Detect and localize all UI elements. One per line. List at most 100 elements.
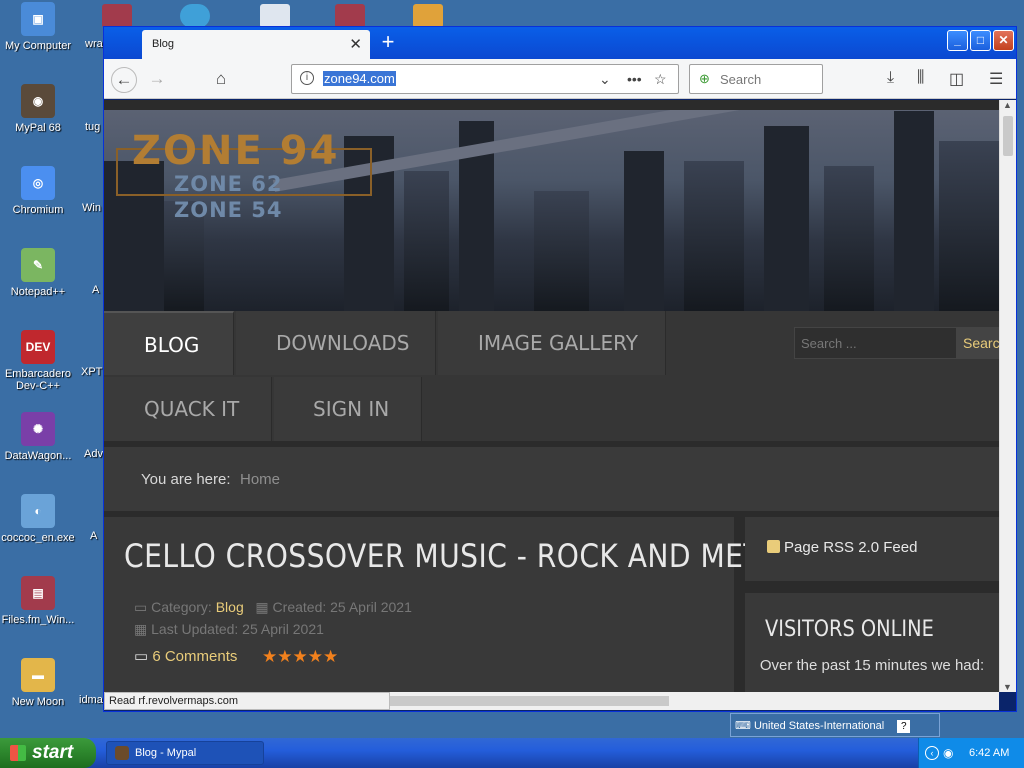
menu-item-image-gallery[interactable]: IMAGE GALLERY (438, 311, 666, 375)
network-icon[interactable]: ◉ (943, 746, 953, 760)
desktop-icon[interactable]: ✺ DataWagon... (0, 412, 78, 462)
visitors-box: VISITORS ONLINE Over the past 15 minutes… (745, 593, 999, 692)
horizontal-scroll-thumb[interactable] (389, 696, 669, 706)
site-banner[interactable]: ZONE 94 ZONE 62 ZONE 54 (104, 110, 999, 311)
desktop-icon-label: Chromium (12, 204, 64, 216)
page-actions-icon[interactable]: ••• (627, 71, 642, 87)
chevron-down-icon[interactable]: ⌄ (599, 71, 611, 88)
menu-item-sign-in[interactable]: SIGN IN (274, 377, 422, 441)
partial-label: A (92, 284, 100, 296)
document-top-icon[interactable] (260, 4, 290, 28)
desktop-app-icon: ◉ (21, 84, 55, 118)
visitors-title: VISITORS ONLINE (765, 617, 934, 642)
search-input[interactable]: ⊕ Search (689, 64, 823, 94)
site-search-button[interactable]: Search (957, 327, 999, 359)
start-label: start (32, 742, 74, 763)
horizontal-scrollbar[interactable] (389, 692, 999, 710)
info-icon[interactable]: i (300, 71, 314, 85)
desktop-app-icon: ◎ (21, 166, 55, 200)
desktop-icon[interactable]: DEV Embarcadero Dev-C++ (0, 330, 78, 392)
title-bar[interactable]: Blog ✕ + _ □ ✕ (104, 27, 1016, 59)
desktop-icon-label: MyPal 68 (15, 122, 61, 134)
visitors-text: Over the past 15 minutes we had: (759, 657, 985, 674)
show-hidden-icons-icon[interactable]: ‹ (925, 746, 939, 760)
comment-icon: ▭ (134, 648, 153, 665)
sidebar-icon[interactable]: ◫ (949, 69, 964, 89)
desktop-icon-label: My Computer (4, 40, 72, 52)
created-date: Created: 25 April 2021 (272, 599, 412, 615)
url-text[interactable]: zone94.com (323, 71, 396, 86)
download-icon[interactable]: ⤓ (887, 69, 894, 87)
rss-link[interactable]: Page RSS 2.0 Feed (767, 539, 917, 556)
address-bar[interactable]: i zone94.com ⌄ ••• ☆ (291, 64, 679, 94)
forward-button[interactable]: → (144, 67, 170, 93)
desktop-icon[interactable]: ▤ Files.fm_Win... (0, 576, 78, 626)
maximize-button[interactable]: □ (970, 30, 991, 51)
rating-stars[interactable]: ★★★★★ (262, 647, 338, 667)
desktop-app-icon: ▤ (21, 576, 55, 610)
tab-title: Blog (152, 38, 175, 50)
desktop-icon[interactable]: ◉ MyPal 68 (0, 84, 78, 134)
bookmark-star-icon[interactable]: ☆ (654, 71, 667, 88)
desktop-icon[interactable]: ◎ Chromium (0, 166, 78, 216)
desktop-icon-label: Notepad++ (10, 286, 66, 298)
scroll-up-icon[interactable]: ▲ (1003, 100, 1012, 110)
globe-top-icon[interactable] (180, 4, 210, 28)
tab-blog[interactable]: Blog ✕ (142, 30, 370, 59)
site-logo: ZONE 94 (132, 128, 340, 174)
desktop-icon-label: New Moon (11, 696, 65, 708)
language-label: United States-International (753, 720, 885, 732)
scroll-thumb[interactable] (1003, 116, 1013, 156)
desktop-icon[interactable]: ▬ New Moon (0, 658, 78, 708)
start-button[interactable]: start (0, 738, 96, 768)
back-button[interactable]: ← (111, 67, 137, 93)
comments-link[interactable]: ▭ 6 Comments (134, 647, 237, 665)
desktop-app-icon: ▣ (21, 2, 55, 36)
category-link[interactable]: Blog (216, 599, 244, 615)
close-window-button[interactable]: ✕ (993, 30, 1014, 51)
desktop-icon-label: Files.fm_Win... (1, 614, 75, 626)
browser-window: Blog ✕ + _ □ ✕ ← → ⌂ i zone94.com ⌄ ••• … (103, 26, 1017, 712)
status-bar: Read rf.revolvermaps.com (104, 692, 390, 710)
partial-label: wra (85, 38, 103, 50)
language-bar[interactable]: ⌨ United States-International ? (730, 713, 940, 737)
library-icon[interactable]: ⫼ (917, 69, 924, 87)
article: CELLO CROSSOVER MUSIC - ROCK AND METAL ▭… (104, 517, 794, 692)
breadcrumb-home[interactable]: Home (240, 471, 280, 488)
breadcrumb-label: You are here: (141, 471, 231, 488)
clock[interactable]: 6:42 AM (969, 747, 1009, 759)
search-icon: ⊕ (699, 71, 710, 86)
winrar-top-icon[interactable] (102, 4, 132, 28)
vertical-scrollbar[interactable]: ▲ ▼ (999, 100, 1016, 692)
desktop-icon[interactable]: ◐ coccoc_en.exe (0, 494, 78, 544)
package-top-icon[interactable] (413, 4, 443, 28)
desktop-icon-label: Embarcadero Dev-C++ (4, 368, 72, 392)
menu-item-downloads[interactable]: DOWNLOADS (236, 311, 436, 375)
taskbar-window-button[interactable]: Blog - Mypal (106, 741, 264, 765)
winrar-top-icon-2[interactable] (335, 4, 365, 28)
mypal-icon (115, 746, 129, 760)
home-button[interactable]: ⌂ (208, 67, 234, 93)
desktop-app-icon: DEV (21, 330, 55, 364)
folder-icon: ▭ (134, 599, 152, 615)
article-title[interactable]: CELLO CROSSOVER MUSIC - ROCK AND METAL (124, 537, 795, 575)
rss-label[interactable]: Page RSS 2.0 Feed (784, 539, 917, 556)
desktop-icon[interactable]: ▣ My Computer (0, 2, 78, 52)
main-menu: BLOG DOWNLOADS IMAGE GALLERY QUACK IT SI… (104, 311, 999, 441)
comments-count[interactable]: 6 Comments (152, 648, 237, 665)
desktop-icon[interactable]: ✎ Notepad++ (0, 248, 78, 298)
menu-icon[interactable]: ☰ (989, 69, 1003, 89)
taskbar-window-label: Blog - Mypal (135, 747, 197, 759)
menu-item-blog[interactable]: BLOG (104, 311, 234, 375)
new-tab-button[interactable]: + (374, 29, 402, 55)
close-tab-icon[interactable]: ✕ (349, 35, 362, 53)
scroll-down-icon[interactable]: ▼ (1003, 682, 1012, 692)
windows-logo-icon (10, 745, 26, 761)
help-icon[interactable]: ? (897, 720, 911, 733)
keyboard-icon: ⌨ (735, 720, 754, 732)
category-label: Category: (151, 599, 212, 615)
minimize-button[interactable]: _ (947, 30, 968, 51)
site-search-input[interactable]: Search ... (794, 327, 957, 359)
menu-item-quack-it[interactable]: QUACK IT (104, 377, 272, 441)
partial-label: XPT (81, 366, 103, 378)
